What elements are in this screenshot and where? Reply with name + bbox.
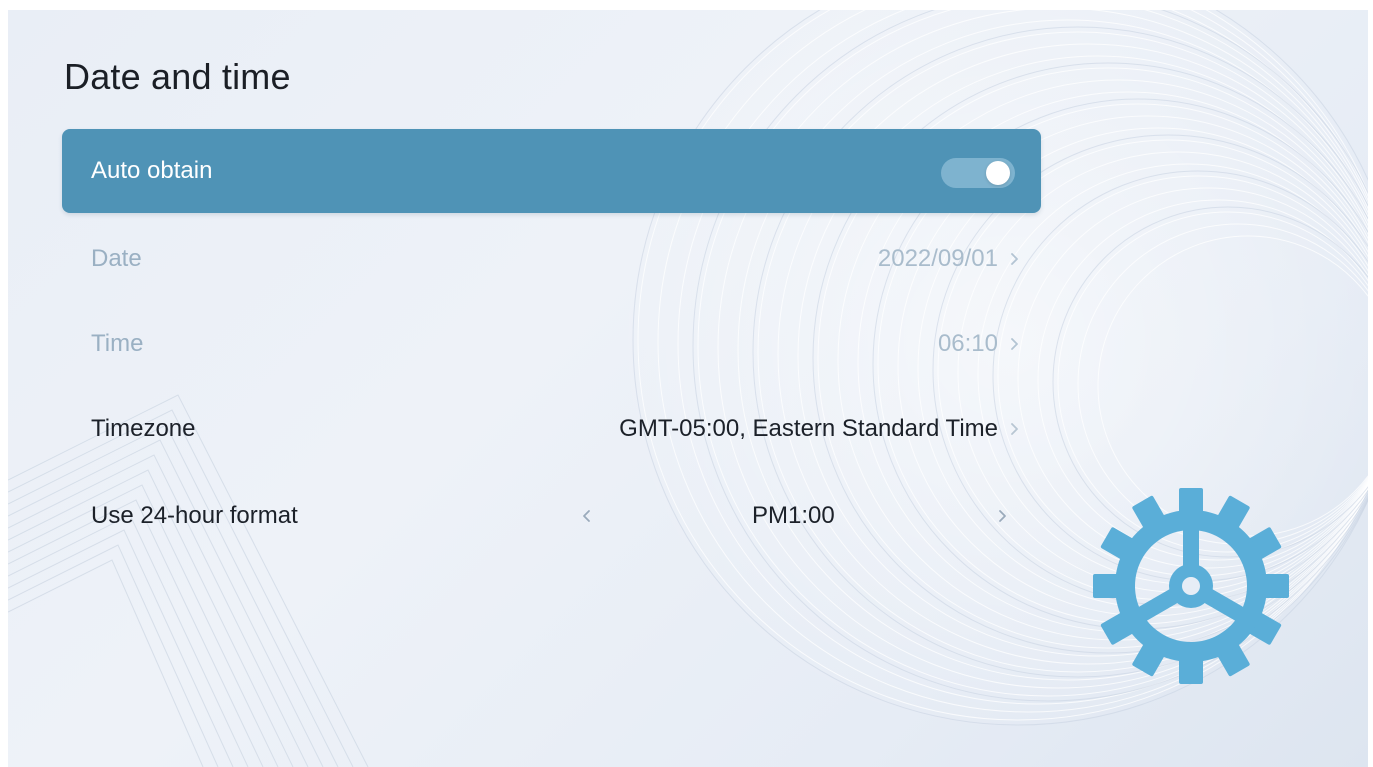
timezone-value: GMT-05:00, Eastern Standard Time [619,415,998,442]
time-row[interactable]: Time 06:10 [62,302,1041,386]
auto-obtain-toggle[interactable] [941,158,1015,188]
page-title: Date and time [64,56,291,97]
gear-icon [1093,488,1289,684]
timezone-label: Timezone [91,415,196,442]
hour-format-value: PM1:00 [752,502,835,529]
auto-obtain-row[interactable]: Auto obtain [62,129,1041,213]
time-value: 06:10 [937,330,998,357]
settings-screen: Date and time Auto obtain Date 2022/09/0… [8,10,1368,767]
chevron-left-icon[interactable] [579,506,593,526]
date-label: Date [91,245,142,272]
chevron-right-icon [1011,338,1018,350]
date-row[interactable]: Date 2022/09/01 [62,217,1041,301]
hour-format-row[interactable]: Use 24-hour format PM1:00 [62,474,1041,558]
toggle-knob [986,161,1010,185]
chevron-right-icon [1011,423,1018,435]
hour-format-label: Use 24-hour format [91,502,298,529]
date-value: 2022/09/01 [877,245,998,272]
chevron-right-icon[interactable] [996,506,1010,526]
auto-obtain-label: Auto obtain [91,157,213,184]
chevron-right-icon [1011,253,1018,265]
timezone-row[interactable]: Timezone GMT-05:00, Eastern Standard Tim… [62,387,1041,471]
time-label: Time [91,330,144,357]
